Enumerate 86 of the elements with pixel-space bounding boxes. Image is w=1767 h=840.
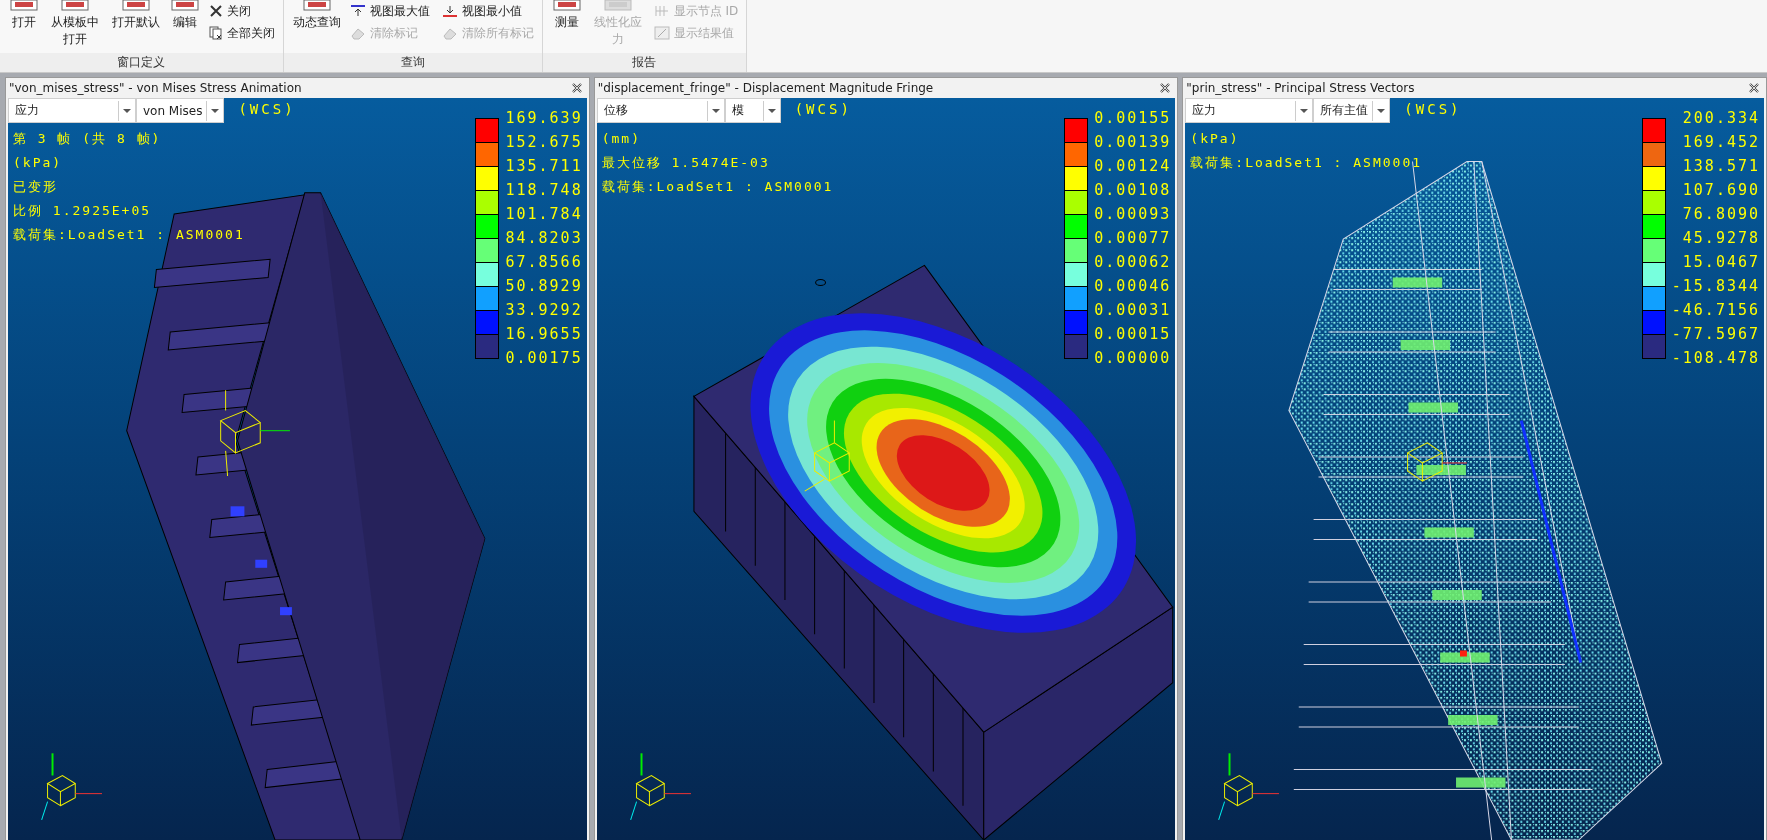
legend-value: 138.571 <box>1682 156 1760 177</box>
legend-value: -77.5967 <box>1671 324 1760 345</box>
ribbon-button[interactable]: 关闭 <box>206 0 277 22</box>
result-info: 已变形 <box>13 178 58 196</box>
legend-value: 0.00093 <box>1094 204 1172 225</box>
dropdown[interactable]: 位移 <box>596 98 725 123</box>
ribbon-button[interactable]: 打开默认 <box>108 0 163 31</box>
triad-icon <box>629 752 692 821</box>
close-icon[interactable] <box>1159 82 1172 94</box>
window-title: "prin_stress" - Principal Stress Vectors <box>1186 81 1415 95</box>
legend-value: 200.334 <box>1682 108 1760 129</box>
triad-icon <box>41 752 103 821</box>
eraser-icon <box>349 26 366 40</box>
ribbon-button[interactable]: 从模板中打开 <box>46 0 105 48</box>
legend-value: 0.00139 <box>1094 132 1172 153</box>
arrow-up-icon <box>349 4 366 18</box>
coordinate-system-icon <box>803 420 850 492</box>
eraser-icon <box>441 26 458 40</box>
legend-value: 0.00108 <box>1094 180 1172 201</box>
coordinate-system-icon <box>1407 442 1468 482</box>
legend-value: -46.7156 <box>1671 300 1760 321</box>
legend-value: 135.711 <box>505 156 583 177</box>
triad-icon <box>1218 752 1280 821</box>
legend-value: 15.0467 <box>1682 252 1760 273</box>
ribbon-button[interactable]: 打开 <box>6 0 42 31</box>
result-info: 最大位移 1.5474E-03 <box>601 154 770 172</box>
legend-value: 152.675 <box>505 132 583 153</box>
result-info: (kPa) <box>1190 130 1240 148</box>
legend-value: 118.748 <box>505 180 583 201</box>
group-label: 窗口定义 <box>0 53 283 72</box>
dropdown[interactable]: 应力 <box>1185 98 1314 123</box>
legend-value: 169.639 <box>505 108 583 129</box>
close-icon[interactable] <box>570 82 583 94</box>
ribbon-button[interactable]: 测量 <box>548 0 585 31</box>
coordinate-system-icon <box>220 389 291 477</box>
grid-icon <box>653 4 670 18</box>
ribbon-button[interactable]: 全部关闭 <box>206 22 277 44</box>
legend-value: 45.9278 <box>1682 228 1760 249</box>
result-info: 载荷集:LoadSet1 : ASM0001 <box>13 226 245 244</box>
result-info: 载荷集:LoadSet1 : ASM0001 <box>601 178 834 196</box>
window-title: "displacement_fringe" - Displacement Magnitude Fringe <box>597 81 934 95</box>
ribbon-button[interactable]: 视图最小值 <box>439 0 536 22</box>
legend-value: -108.478 <box>1671 348 1760 369</box>
legend-value: 107.690 <box>1682 180 1760 201</box>
result-info: (kPa) <box>13 154 63 172</box>
legend-value: 101.784 <box>505 204 583 225</box>
close-icon <box>208 4 223 18</box>
coordinate-system-label: (WCS) <box>238 101 296 117</box>
legend-value: 0.00175 <box>505 348 583 369</box>
result-info: 载荷集:LoadSet1 : ASM0001 <box>1190 154 1423 172</box>
pages-icon <box>208 26 223 40</box>
legend-value: 67.8566 <box>505 252 583 273</box>
legend-value: 33.9292 <box>505 300 583 321</box>
legend-value: 0.00000 <box>1094 348 1172 369</box>
dropdown[interactable]: 模 <box>724 98 781 123</box>
legend-value: -15.8344 <box>1671 276 1760 297</box>
legend-value: 0.00155 <box>1094 108 1172 129</box>
legend-value: 16.9655 <box>505 324 583 345</box>
legend-value: 0.00062 <box>1094 252 1172 273</box>
legend-value: 0.00031 <box>1094 300 1172 321</box>
legend-value: 0.00046 <box>1094 276 1172 297</box>
coordinate-system-label: (WCS) <box>794 101 852 117</box>
coordinate-system-label: (WCS) <box>1404 101 1462 117</box>
tool-icon <box>603 0 634 12</box>
ribbon-button[interactable]: 动态查询 <box>289 0 344 31</box>
dropdown[interactable]: 应力 <box>8 98 136 123</box>
ribbon-button[interactable]: 视图最大值 <box>347 0 432 22</box>
legend-value: 0.00124 <box>1094 156 1172 177</box>
arrow-down-icon <box>441 4 458 18</box>
legend-value: 76.8090 <box>1682 204 1760 225</box>
close-icon[interactable] <box>1748 82 1760 94</box>
result-info: 比例 1.2925E+05 <box>13 202 152 220</box>
result-info: 第 3 帧 (共 8 帧) <box>13 130 162 148</box>
legend-value: 0.00015 <box>1094 324 1172 345</box>
legend-value: 169.452 <box>1682 132 1760 153</box>
legend-value: 84.8203 <box>505 228 583 249</box>
legend-value: 50.8929 <box>505 276 583 297</box>
ribbon-button[interactable]: 编辑 <box>166 0 203 31</box>
dropdown[interactable]: von Mises <box>136 98 225 123</box>
group-label: 查询 <box>283 53 542 72</box>
group-label: 报告 <box>542 53 747 72</box>
table-icon <box>653 26 670 40</box>
window-title: "von_mises_stress" - von Mises Stress Animation <box>9 81 302 95</box>
result-info: (mm) <box>601 130 641 148</box>
dropdown[interactable]: 所有主值 <box>1313 98 1391 123</box>
legend-value: 0.00077 <box>1094 228 1172 249</box>
